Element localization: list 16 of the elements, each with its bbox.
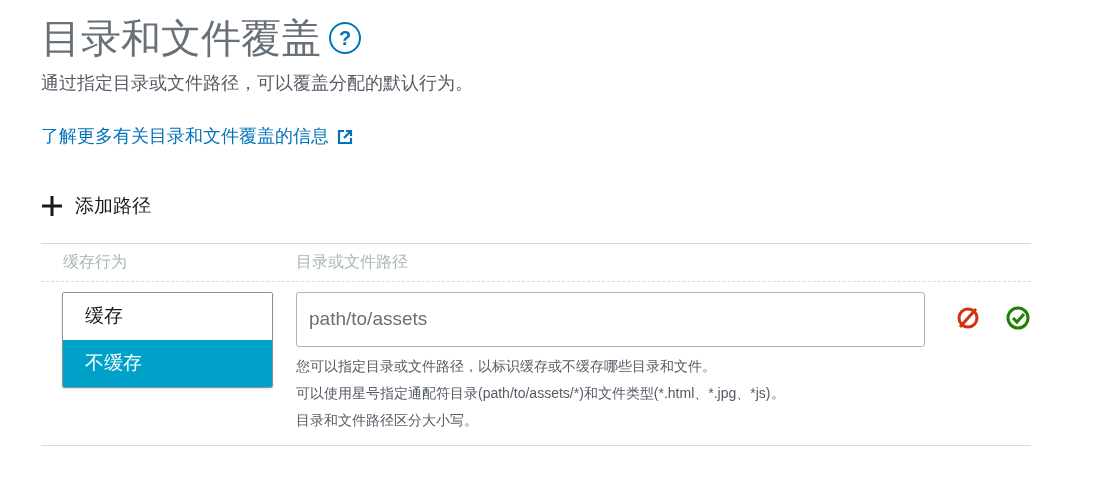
description: 通过指定目录或文件路径，可以覆盖分配的默认行为。 (41, 72, 474, 95)
external-link-icon (337, 128, 353, 145)
learn-more-link[interactable]: 了解更多有关目录和文件覆盖的信息 (41, 123, 353, 150)
hint-text: 目录和文件路径区分大小写。 (296, 410, 479, 429)
add-path-button[interactable]: 添加路径 (41, 192, 151, 221)
path-field[interactable]: path/to/assets (296, 291, 925, 347)
plus-icon (41, 195, 63, 218)
check-circle-icon[interactable] (1005, 304, 1031, 331)
list-option[interactable]: 不缓存 (63, 339, 272, 387)
page-title: 目录和文件覆盖 (41, 15, 321, 62)
hint-text: 您可以指定目录或文件路径，以标识缓存或不缓存哪些目录和文件。 (296, 356, 717, 375)
list-option[interactable]: 缓存 (63, 292, 272, 340)
column-header: 缓存行为 (62, 252, 128, 272)
column-header: 目录或文件路径 (296, 252, 408, 272)
hint-text: 可以使用星号指定通配符目录(path/to/assets/*)和文件类型(*.html、*.jpg、*js)。 (296, 383, 786, 402)
help-icon[interactable]: ? (329, 22, 361, 54)
